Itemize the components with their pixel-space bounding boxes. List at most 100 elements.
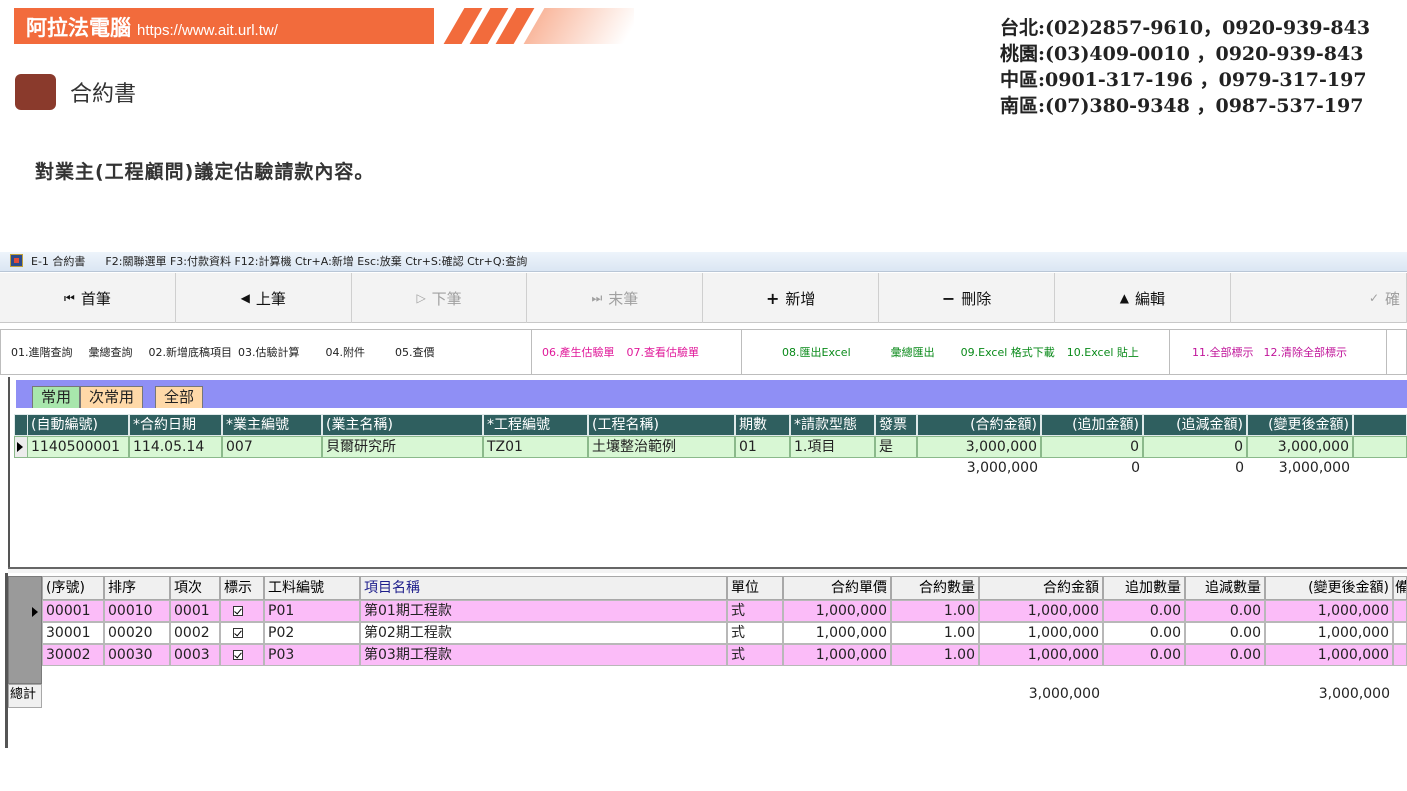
prev-record-button[interactable]: ◀ 上筆 — [176, 273, 352, 323]
cell-auto-number[interactable]: 1140500001 — [27, 436, 129, 458]
cell-period[interactable]: 01 — [735, 436, 790, 458]
cell-seq[interactable]: 30001 — [42, 622, 104, 644]
col-reduced-qty[interactable]: 追減數量 — [1185, 576, 1265, 600]
cell-reduced-qty[interactable]: 0.00 — [1185, 600, 1265, 622]
cell-quantity[interactable]: 1.00 — [891, 600, 979, 622]
cell-changed-amount[interactable]: 3,000,000 — [1247, 436, 1353, 458]
cell-mark[interactable] — [220, 644, 264, 666]
cell-contract-date[interactable]: 114.05.14 — [129, 436, 222, 458]
cell-invoice[interactable]: 是 — [875, 436, 917, 458]
col-project-name[interactable]: (工程名稱) — [588, 414, 735, 436]
col-item-name[interactable]: 項目名稱 — [360, 576, 727, 600]
generate-estimate-button[interactable]: 06.產生估驗單 — [542, 344, 615, 360]
cell-project-id[interactable]: TZ01 — [483, 436, 588, 458]
cell-unit-price[interactable]: 1,000,000 — [783, 600, 891, 622]
delete-button[interactable]: − 刪除 — [879, 273, 1055, 323]
cell-material-id[interactable]: P01 — [264, 600, 360, 622]
excel-paste-button[interactable]: 10.Excel 貼上 — [1067, 344, 1139, 360]
cell-item-name[interactable]: 第02期工程款 — [360, 622, 727, 644]
brand-url[interactable]: https://www.ait.url.tw/ — [137, 22, 278, 39]
cell-added-amount[interactable]: 0 — [1041, 436, 1143, 458]
cell-added-qty[interactable]: 0.00 — [1103, 644, 1185, 666]
cell-material-id[interactable]: P02 — [264, 622, 360, 644]
col-quantity[interactable]: 合約數量 — [891, 576, 979, 600]
col-added-qty[interactable]: 追加數量 — [1103, 576, 1185, 600]
checkbox-checked-icon[interactable] — [233, 628, 243, 638]
cell-item-no[interactable]: 0002 — [170, 622, 220, 644]
checkbox-checked-icon[interactable] — [233, 606, 243, 616]
cell-item-no[interactable]: 0003 — [170, 644, 220, 666]
checkbox-checked-icon[interactable] — [233, 650, 243, 660]
cell-quantity[interactable]: 1.00 — [891, 622, 979, 644]
cell-unit[interactable]: 式 — [727, 600, 783, 622]
col-auto-number[interactable]: (自動編號) — [27, 414, 129, 436]
col-item-no[interactable]: 項次 — [170, 576, 220, 600]
cell-unit[interactable]: 式 — [727, 622, 783, 644]
cell-added-qty[interactable]: 0.00 — [1103, 622, 1185, 644]
cell-reduced-qty[interactable]: 0.00 — [1185, 622, 1265, 644]
cell-changed-amount[interactable]: 1,000,000 — [1265, 600, 1393, 622]
cell-changed-amount[interactable]: 1,000,000 — [1265, 622, 1393, 644]
cell-mark[interactable] — [220, 600, 264, 622]
clear-all-marks-button[interactable]: 12.清除全部標示 — [1264, 344, 1348, 360]
cell-added-qty[interactable]: 0.00 — [1103, 600, 1185, 622]
panel-splitter[interactable] — [8, 567, 1407, 573]
summary-export-button[interactable]: 彙總匯出 — [891, 344, 935, 360]
cell-reduced-qty[interactable]: 0.00 — [1185, 644, 1265, 666]
cell-reduced-amount[interactable]: 0 — [1143, 436, 1247, 458]
cell-unit[interactable]: 式 — [727, 644, 783, 666]
price-check-button[interactable]: 05.查價 — [395, 344, 435, 360]
cell-unit-price[interactable]: 1,000,000 — [783, 644, 891, 666]
cell-note[interactable] — [1393, 600, 1407, 622]
col-owner-name[interactable]: (業主名稱) — [322, 414, 483, 436]
mark-all-button[interactable]: 11.全部標示 — [1192, 344, 1254, 360]
col-note[interactable]: 備 — [1393, 576, 1407, 600]
cell-changed-amount[interactable]: 1,000,000 — [1265, 644, 1393, 666]
col-sort[interactable]: 排序 — [104, 576, 170, 600]
col-seq[interactable]: (序號) — [42, 576, 104, 600]
cell-quantity[interactable]: 1.00 — [891, 644, 979, 666]
view-estimate-button[interactable]: 07.查看估驗單 — [627, 344, 700, 360]
cell-project-name[interactable]: 土壤整治範例 — [588, 436, 735, 458]
col-project-id[interactable]: *工程編號 — [483, 414, 588, 436]
col-changed-amount[interactable]: (變更後金額) — [1265, 576, 1393, 600]
cell-seq[interactable]: 00001 — [42, 600, 104, 622]
col-material-id[interactable]: 工料編號 — [264, 576, 360, 600]
next-record-button[interactable]: ▷ 下筆 — [352, 273, 528, 323]
col-billing-type[interactable]: *請款型態 — [790, 414, 875, 436]
advanced-query-button[interactable]: 01.進階查詢 — [11, 344, 73, 360]
cell-amount[interactable]: 1,000,000 — [979, 644, 1103, 666]
tab-less-common[interactable]: 次常用 — [80, 386, 144, 408]
summary-query-button[interactable]: 彙總查詢 — [89, 344, 133, 360]
cell-unit-price[interactable]: 1,000,000 — [783, 622, 891, 644]
cell-amount[interactable]: 1,000,000 — [979, 600, 1103, 622]
cell-note[interactable] — [1393, 644, 1407, 666]
edit-button[interactable]: ▲ 編輯 — [1055, 273, 1231, 323]
cell-item-name[interactable]: 第01期工程款 — [360, 600, 727, 622]
col-reduced-amount[interactable]: (追減金額) — [1143, 414, 1247, 436]
estimate-calc-button[interactable]: 03.估驗計算 — [238, 344, 300, 360]
cell-note[interactable] — [1393, 622, 1407, 644]
cell-mark[interactable] — [220, 622, 264, 644]
col-changed-amount[interactable]: (變更後金額) — [1247, 414, 1353, 436]
cell-material-id[interactable]: P03 — [264, 644, 360, 666]
attachment-button[interactable]: 04.附件 — [326, 344, 366, 360]
col-amount[interactable]: 合約金額 — [979, 576, 1103, 600]
last-record-button[interactable]: ⏭ 末筆 — [527, 273, 704, 323]
cell-contract-amount[interactable]: 3,000,000 — [917, 436, 1041, 458]
tab-all[interactable]: 全部 — [155, 386, 204, 408]
export-excel-button[interactable]: 08.匯出Excel — [782, 344, 851, 360]
cell-sort[interactable]: 00020 — [104, 622, 170, 644]
cell-owner-name[interactable]: 貝爾研究所 — [322, 436, 483, 458]
cell-sort[interactable]: 00010 — [104, 600, 170, 622]
cell-seq[interactable]: 30002 — [42, 644, 104, 666]
col-owner-id[interactable]: *業主編號 — [222, 414, 322, 436]
cell-sort[interactable]: 00030 — [104, 644, 170, 666]
add-draft-item-button[interactable]: 02.新增底稿項目 — [149, 344, 233, 360]
cell-amount[interactable]: 1,000,000 — [979, 622, 1103, 644]
first-record-button[interactable]: ⏮ 首筆 — [0, 273, 176, 323]
confirm-button[interactable]: ✓ 確 — [1231, 273, 1407, 323]
cell-item-no[interactable]: 0001 — [170, 600, 220, 622]
col-mark[interactable]: 標示 — [220, 576, 264, 600]
col-contract-amount[interactable]: (合約金額) — [917, 414, 1041, 436]
